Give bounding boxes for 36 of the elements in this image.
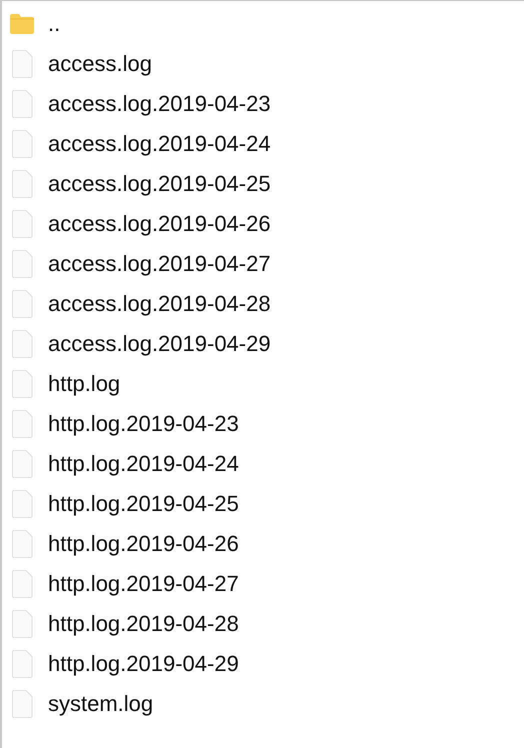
file-icon — [11, 90, 33, 118]
file-icon — [11, 210, 33, 238]
file-name: http.log.2019-04-29 — [48, 651, 239, 677]
file-name: http.log.2019-04-26 — [48, 531, 239, 557]
file-icon — [11, 290, 33, 318]
file-name: http.log — [48, 371, 120, 397]
file-name: access.log.2019-04-26 — [48, 211, 271, 237]
file-name: http.log.2019-04-28 — [48, 611, 239, 637]
file-icon — [11, 330, 33, 358]
file-name: http.log.2019-04-25 — [48, 491, 239, 517]
file-icon — [11, 370, 33, 398]
file-icon — [11, 450, 33, 478]
file-name: http.log.2019-04-23 — [48, 411, 239, 437]
file-name: http.log.2019-04-27 — [48, 571, 239, 597]
file-icon — [11, 650, 33, 678]
file-name: access.log.2019-04-24 — [48, 131, 271, 157]
file-icon — [11, 490, 33, 518]
file-name: system.log — [48, 691, 154, 717]
file-name: access.log.2019-04-29 — [48, 331, 271, 357]
folder-icon — [9, 13, 35, 35]
file-name: access.log.2019-04-27 — [48, 251, 271, 277]
file-name: access.log.2019-04-25 — [48, 171, 271, 197]
file-icon — [11, 410, 33, 438]
file-name: http.log.2019-04-24 — [48, 451, 239, 477]
file-icon — [11, 50, 33, 78]
file-name: access.log.2019-04-28 — [48, 291, 271, 317]
file-icon — [11, 250, 33, 278]
file-icon — [11, 690, 33, 718]
file-name: access.log — [48, 51, 152, 77]
file-icon — [11, 530, 33, 558]
file-icon — [11, 170, 33, 198]
file-icon — [11, 610, 33, 638]
file-name: access.log.2019-04-23 — [48, 91, 271, 117]
file-name: .. — [48, 11, 60, 37]
file-icon — [11, 570, 33, 598]
file-icon — [11, 130, 33, 158]
